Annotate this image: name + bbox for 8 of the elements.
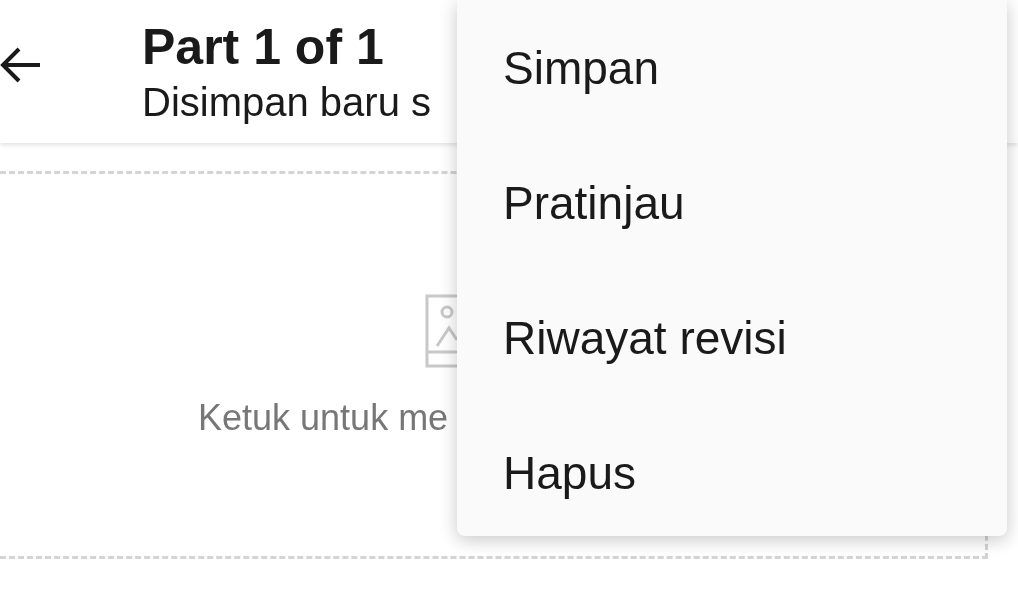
save-status: Disimpan baru s: [142, 78, 431, 126]
menu-item[interactable]: Riwayat revisi: [457, 270, 1007, 405]
menu-item[interactable]: Simpan: [457, 0, 1007, 135]
back-arrow-icon[interactable]: [0, 46, 42, 83]
part-title: Part 1 of 1: [142, 17, 385, 77]
menu-item[interactable]: Pratinjau: [457, 135, 1007, 270]
upload-hint: Ketuk untuk me: [198, 397, 449, 439]
menu-item[interactable]: Hapus: [457, 405, 1007, 540]
